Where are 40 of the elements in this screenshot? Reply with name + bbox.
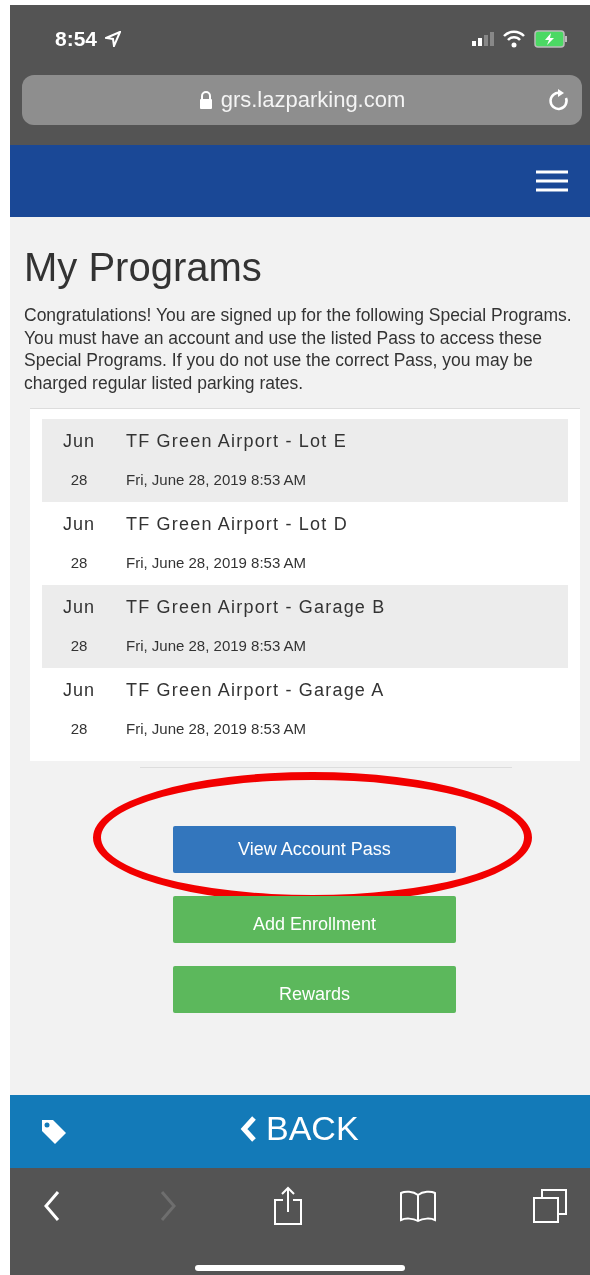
back-button[interactable]: BACK — [240, 1109, 359, 1148]
battery-charging-icon — [534, 30, 568, 48]
action-button[interactable]: View Account Pass — [173, 826, 456, 873]
program-row[interactable]: Jun TF Green Airport - Garage B 28 Fri, June 28, 2019 8:53 AM — [42, 585, 568, 668]
lock-icon — [198, 91, 213, 109]
status-time: 8:54 — [55, 27, 98, 51]
tabs-icon — [532, 1187, 568, 1224]
program-day: 28 — [48, 636, 110, 654]
program-name: TF Green Airport - Garage B — [126, 596, 387, 618]
page-title: My Programs — [24, 245, 263, 290]
share-icon — [273, 1185, 303, 1226]
intro-paragraph: Congratulations! You are signed up for the following Special Programs. You must have an account and use the listed Pass to access these Special Programs. If you do not use the correct Pass, you may be charged regular listed parking rates. — [24, 304, 573, 394]
program-month: Jun — [62, 513, 96, 535]
signal-icon — [472, 32, 494, 46]
program-day: 28 — [48, 719, 110, 737]
program-datetime: Fri, June 28, 2019 8:53 AM — [126, 636, 308, 654]
program-datetime: Fri, June 28, 2019 8:53 AM — [126, 470, 308, 488]
reload-icon[interactable] — [548, 88, 570, 112]
action-button[interactable]: Rewards — [173, 966, 456, 1013]
program-datetime: Fri, June 28, 2019 8:53 AM — [126, 719, 308, 737]
program-name: TF Green Airport - Lot E — [126, 430, 348, 452]
location-arrow-icon — [105, 31, 122, 47]
address-bar[interactable]: grs.lazparking.com — [22, 75, 582, 125]
program-name: TF Green Airport - Lot D — [126, 513, 349, 535]
url-text: grs.lazparking.com — [220, 87, 406, 113]
program-day: 28 — [48, 553, 110, 571]
program-datetime: Fri, June 28, 2019 8:53 AM — [126, 553, 308, 571]
program-day: 28 — [48, 470, 110, 488]
wifi-icon — [502, 30, 526, 48]
back-icon — [42, 1188, 62, 1223]
tag-icon[interactable] — [40, 1117, 68, 1146]
book-icon — [398, 1188, 437, 1223]
program-month: Jun — [62, 596, 96, 618]
menu-icon[interactable] — [536, 170, 568, 192]
program-name: TF Green Airport - Garage A — [126, 679, 386, 701]
program-row[interactable]: Jun TF Green Airport - Lot E 28 Fri, June 28, 2019 8:53 AM — [42, 419, 568, 502]
program-month: Jun — [62, 679, 96, 701]
program-month: Jun — [62, 430, 96, 452]
chevron-left-icon — [240, 1114, 258, 1143]
action-button[interactable]: Add Enrollment — [173, 896, 456, 943]
